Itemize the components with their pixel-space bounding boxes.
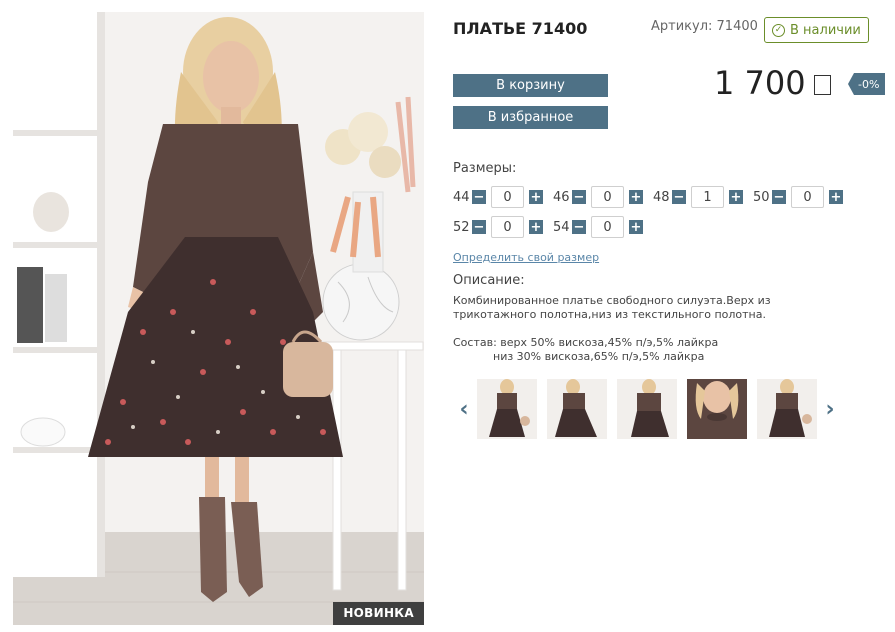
decrement-button[interactable]: − (572, 220, 586, 234)
check-circle-icon: ✓ (772, 23, 785, 37)
main-product-photo[interactable]: НОВИНКА (13, 12, 424, 625)
quantity-field[interactable]: 1 (691, 186, 724, 208)
sizes-label: Размеры: (453, 161, 517, 176)
add-to-cart-button[interactable]: В корзину (453, 74, 608, 97)
thumbnail-image (757, 379, 817, 439)
composition: Состав: верх 50% вискоза,45% п/э,5% лайк… (453, 336, 718, 364)
thumbnail-3[interactable] (617, 379, 677, 439)
thumbnail-image (477, 379, 537, 439)
increment-button[interactable]: + (829, 190, 843, 204)
thumbnail-gallery: ‹ › (456, 379, 838, 439)
decrement-button[interactable]: − (472, 220, 486, 234)
size-selector-50: 50 − 0 + (753, 186, 843, 208)
size-row: 44 − 0 + 46 − 0 + 48 − 1 + 50 − 0 + (453, 186, 853, 208)
size-selector-54: 54 − 0 + (553, 216, 643, 238)
decrement-button[interactable]: − (572, 190, 586, 204)
composition-line-2: низ 30% вискоза,65% п/э,5% лайкра (493, 350, 705, 363)
decrement-button[interactable]: − (772, 190, 786, 204)
size-number: 48 (653, 189, 670, 205)
discount-badge: -0% (848, 73, 886, 95)
increment-button[interactable]: + (729, 190, 743, 204)
size-selector-46: 46 − 0 + (553, 186, 643, 208)
quantity-field[interactable]: 0 (591, 186, 624, 208)
stock-status-label: В наличии (790, 22, 861, 38)
description-text: Комбинированное платье свободного силуэт… (453, 294, 771, 321)
size-number: 46 (553, 189, 570, 205)
size-selector-44: 44 − 0 + (453, 186, 543, 208)
thumbnail-2[interactable] (547, 379, 607, 439)
thumbnail-4[interactable] (687, 379, 747, 439)
chevron-right-icon[interactable]: › (822, 379, 838, 439)
quantity-field[interactable]: 0 (491, 186, 524, 208)
new-badge: НОВИНКА (333, 602, 424, 625)
size-number: 44 (453, 189, 470, 205)
increment-button[interactable]: + (629, 190, 643, 204)
stock-status-badge: ✓ В наличии (764, 17, 869, 43)
description-label: Описание: (453, 273, 525, 288)
chevron-left-icon[interactable]: ‹ (456, 379, 472, 439)
size-row: 52 − 0 + 54 − 0 + (453, 216, 653, 238)
product-photo-illustration (13, 12, 424, 625)
add-to-favorites-button[interactable]: В избранное (453, 106, 608, 129)
increment-button[interactable]: + (629, 220, 643, 234)
quantity-field[interactable]: 0 (491, 216, 524, 238)
increment-button[interactable]: + (529, 220, 543, 234)
increment-button[interactable]: + (529, 190, 543, 204)
thumbnail-image (547, 379, 607, 439)
thumbnail-5[interactable] (757, 379, 817, 439)
thumbnail-image (617, 379, 677, 439)
composition-line-1: Состав: верх 50% вискоза,45% п/э,5% лайк… (453, 336, 719, 349)
product-title: ПЛАТЬЕ 71400 (453, 19, 588, 38)
size-selector-52: 52 − 0 + (453, 216, 543, 238)
quantity-field[interactable]: 0 (591, 216, 624, 238)
quantity-field[interactable]: 0 (791, 186, 824, 208)
price: 1 700 (714, 64, 831, 102)
thumbnail-1[interactable] (477, 379, 537, 439)
size-selector-48: 48 − 1 + (653, 186, 743, 208)
size-number: 50 (753, 189, 770, 205)
article-number: Артикул: 71400 (651, 19, 758, 34)
thumbnail-image (687, 379, 747, 439)
ruble-icon (813, 75, 831, 95)
find-your-size-link[interactable]: Определить свой размер (453, 251, 599, 264)
price-value: 1 700 (714, 64, 806, 102)
decrement-button[interactable]: − (672, 190, 686, 204)
size-number: 52 (453, 219, 470, 235)
decrement-button[interactable]: − (472, 190, 486, 204)
size-number: 54 (553, 219, 570, 235)
